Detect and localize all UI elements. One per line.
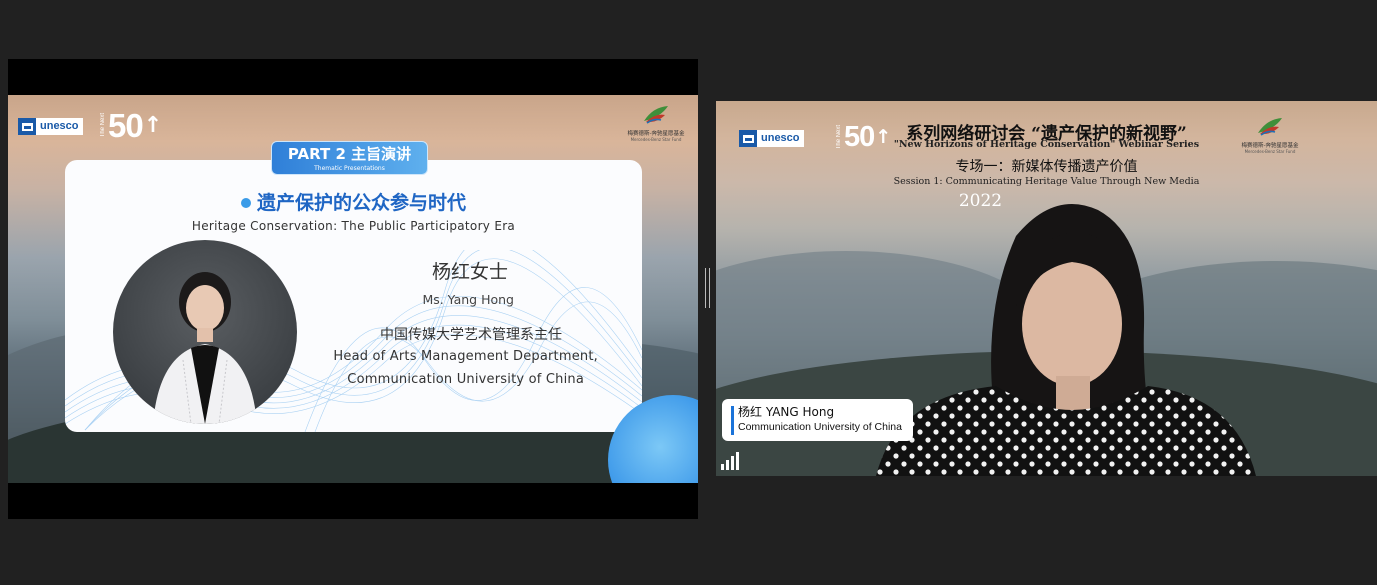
speaker-portrait (113, 240, 297, 424)
active-speaker-bar (731, 406, 734, 435)
speaker-title-zh: 中国传媒大学艺术管理系主任 (380, 327, 562, 343)
speaker-title-en-line1: Head of Arts Management Department, (333, 349, 598, 364)
shared-screen-tile[interactable]: unesco The Next 50 ↑ 梅赛德斯-奔驰星愿基金 Mercede… (8, 59, 698, 519)
talk-title-en: Heritage Conservation: The Public Partic… (191, 219, 516, 233)
speaker-card: 遗产保护的公众参与时代 Heritage Conservation: The P… (65, 160, 642, 432)
the-next-50-logo-icon: The Next 50 ↑ (100, 107, 163, 144)
star-fund-logo-icon: 梅赛德斯-奔驰星愿基金 Mercedes-Benz Star Fund (626, 103, 686, 142)
part-badge: PART 2 主旨演讲 Thematic Presentations (271, 141, 428, 175)
session-title-en: Session 1: Communicating Heritage Value … (893, 176, 1200, 187)
webinar-title-en: "New Horizons of Heritage Conservation" … (893, 139, 1200, 150)
participant-organization: Communication University of China (738, 421, 902, 433)
divider-drag-handle-icon[interactable] (705, 268, 710, 308)
participant-video (876, 203, 1256, 476)
unesco-logo-icon: unesco (18, 118, 83, 135)
bullet-dot-icon (240, 198, 251, 208)
talk-title-zh: 遗产保护的公众参与时代 (65, 188, 642, 215)
session-title-zh: 专场一：新媒体传播遗产价值 (955, 159, 1138, 175)
speaker-name-en: Ms. Yang Hong (422, 292, 514, 307)
participant-video-tile[interactable]: unesco The Next 50 ↑ 梅赛德斯-奔驰星愿基金 Mercede… (716, 101, 1377, 476)
participant-name: 杨红 YANG Hong (738, 405, 835, 419)
presentation-slide: unesco The Next 50 ↑ 梅赛德斯-奔驰星愿基金 Mercede… (8, 95, 698, 483)
participant-name-tag: 杨红 YANG Hong Communication University of… (722, 399, 913, 441)
speaker-name-zh: 杨红女士 (431, 261, 508, 283)
signal-strength-icon (721, 450, 745, 470)
speaker-title-en-line2: Communication University of China (347, 372, 584, 387)
